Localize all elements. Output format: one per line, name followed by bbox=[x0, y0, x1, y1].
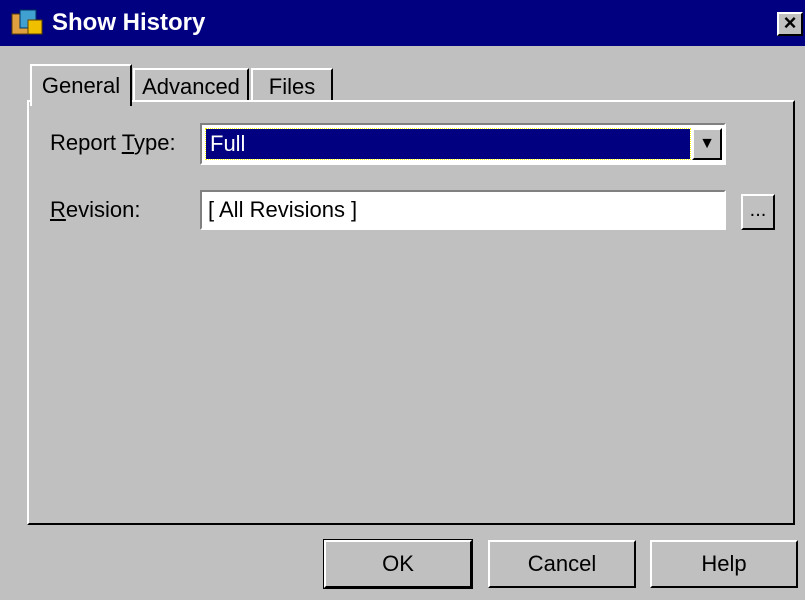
revision-label-text: evision: bbox=[65, 197, 141, 222]
tab-general-label: General bbox=[41, 73, 121, 98]
tab-files[interactable]: Files bbox=[251, 68, 333, 100]
report-type-select[interactable]: Full ▼ bbox=[200, 123, 726, 165]
ok-button[interactable]: OK bbox=[323, 539, 473, 589]
dropdown-arrow-button[interactable]: ▼ bbox=[692, 128, 722, 160]
revision-accesskey: R bbox=[50, 197, 66, 222]
revision-label: Revision: bbox=[50, 195, 140, 225]
revision-input[interactable]: [ All Revisions ] bbox=[200, 190, 726, 230]
chevron-down-icon: ▼ bbox=[699, 135, 715, 152]
help-button[interactable]: Help bbox=[650, 540, 798, 588]
app-icon bbox=[11, 9, 43, 35]
tab-files-label: Files bbox=[268, 74, 316, 99]
title-bar: Show History × bbox=[0, 0, 805, 46]
tab-advanced-label: Advanced bbox=[142, 74, 240, 99]
close-icon: × bbox=[783, 10, 797, 35]
cancel-button[interactable]: Cancel bbox=[488, 540, 636, 588]
window-title: Show History bbox=[52, 9, 206, 36]
tab-advanced[interactable]: Advanced bbox=[133, 68, 249, 100]
close-button[interactable]: × bbox=[777, 12, 803, 36]
report-type-label-rest: ype: bbox=[133, 130, 176, 155]
report-type-accesskey: T bbox=[121, 130, 134, 155]
report-type-label: Report Type: bbox=[50, 128, 176, 158]
report-type-value: Full bbox=[205, 128, 691, 160]
browse-revision-button[interactable]: ... bbox=[741, 194, 775, 230]
report-type-label-text: Report bbox=[50, 130, 122, 155]
tab-general[interactable]: General bbox=[30, 64, 132, 106]
